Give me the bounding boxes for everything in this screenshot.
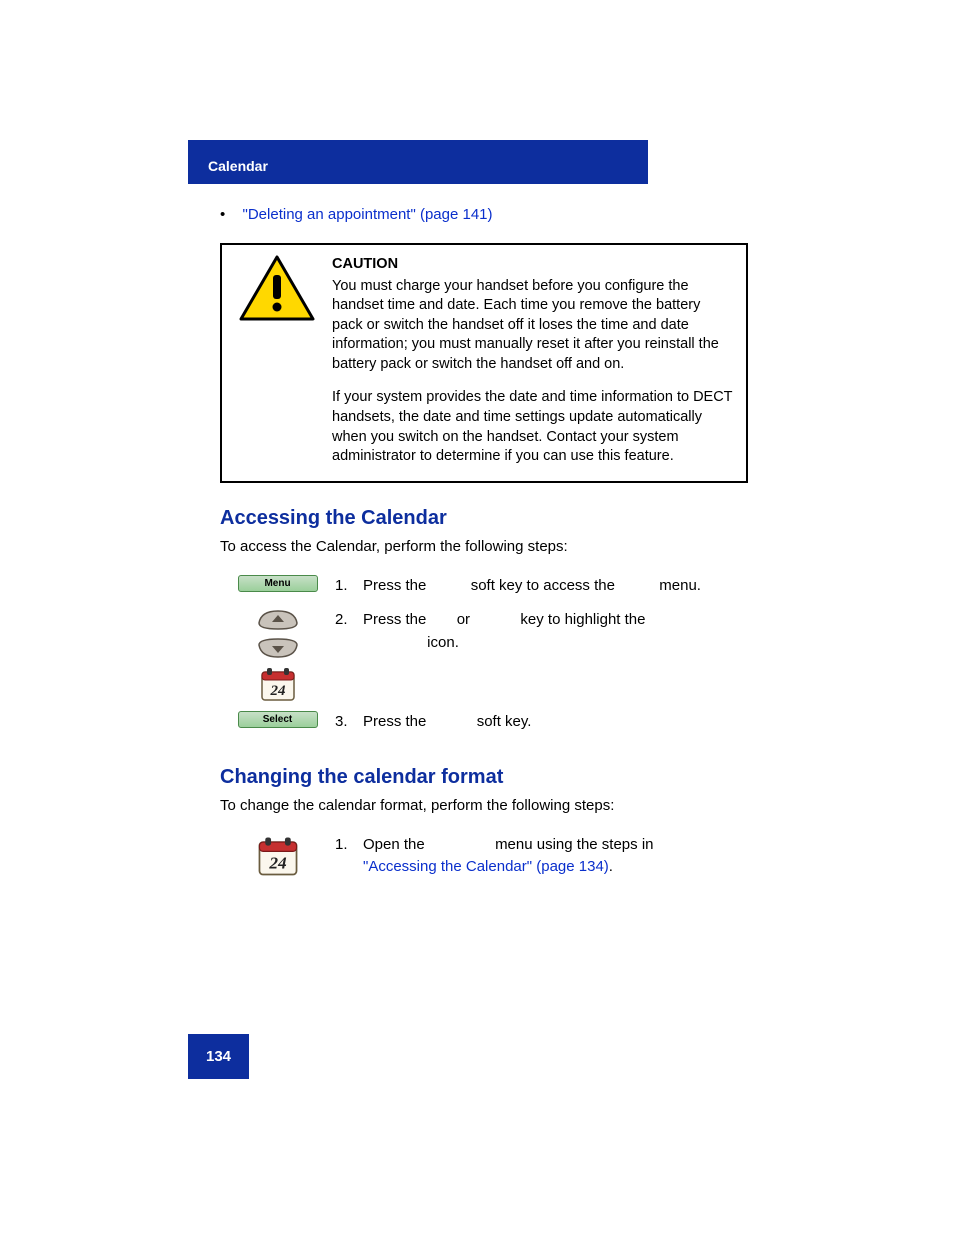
bullet-dot: • bbox=[220, 206, 230, 223]
caution-text: CAUTION You must charge your handset bef… bbox=[332, 245, 746, 481]
step2-text-a: Press the bbox=[363, 611, 431, 628]
step3-text-a: Press the bbox=[363, 713, 431, 730]
caution-icon bbox=[239, 255, 315, 323]
step2-num: 2. bbox=[335, 609, 363, 654]
calendar-icon: 24 bbox=[256, 834, 300, 878]
step1-text-a: Press the bbox=[363, 577, 431, 594]
menu-softkey: Menu bbox=[238, 575, 318, 592]
caution-title: CAUTION bbox=[332, 255, 734, 275]
deleting-appointment-link[interactable]: "Deleting an appointment" (page 141) bbox=[243, 206, 493, 223]
svg-text:24: 24 bbox=[268, 853, 287, 872]
step1-text-c: menu. bbox=[659, 577, 701, 594]
section2-step1: 1. Open the menu using the steps in "Acc… bbox=[335, 834, 748, 879]
section1-intro: To access the Calendar, perform the foll… bbox=[220, 538, 748, 555]
calendar-icon: 24 bbox=[259, 665, 297, 703]
section2-intro: To change the calendar format, perform t… bbox=[220, 797, 748, 814]
caution-para1: You must charge your handset before you … bbox=[332, 277, 734, 375]
step1-text-b: soft key to access the bbox=[471, 577, 619, 594]
nav-down-icon bbox=[257, 637, 299, 659]
select-softkey: Select bbox=[238, 711, 318, 728]
s2-step1-b: menu using the steps in bbox=[495, 836, 653, 853]
nav-up-icon bbox=[257, 609, 299, 631]
bullet-line: • "Deleting an appointment" (page 141) bbox=[220, 206, 748, 223]
caution-icon-cell bbox=[222, 245, 332, 481]
accessing-calendar-link[interactable]: "Accessing the Calendar" (page 134) bbox=[363, 858, 609, 875]
step2-text-b: or bbox=[457, 611, 475, 628]
step3-text-b: soft key. bbox=[477, 713, 532, 730]
header-title: Calendar bbox=[208, 158, 628, 174]
step1: 1. Press the soft key to access the menu… bbox=[335, 575, 748, 598]
caution-box: CAUTION You must charge your handset bef… bbox=[220, 243, 748, 483]
s2-step1-a: Open the bbox=[363, 836, 429, 853]
step3: 3. Press the soft key. bbox=[335, 711, 748, 734]
step2: 2. Press the or key to highlight the ico… bbox=[335, 609, 748, 654]
step3-num: 3. bbox=[335, 711, 363, 734]
section2-heading: Changing the calendar format bbox=[220, 766, 748, 789]
step2-text-d: icon. bbox=[427, 634, 459, 651]
page-number: 134 bbox=[188, 1034, 249, 1079]
s2-step1-period: . bbox=[609, 858, 613, 875]
s2-step1-num: 1. bbox=[335, 834, 363, 879]
step1-num: 1. bbox=[335, 575, 363, 598]
step2-text-c: key to highlight the bbox=[520, 611, 645, 628]
caution-para2: If your system provides the date and tim… bbox=[332, 388, 734, 466]
header-bar: Calendar bbox=[188, 140, 648, 184]
svg-text:24: 24 bbox=[269, 683, 286, 699]
section1-heading: Accessing the Calendar bbox=[220, 507, 748, 530]
